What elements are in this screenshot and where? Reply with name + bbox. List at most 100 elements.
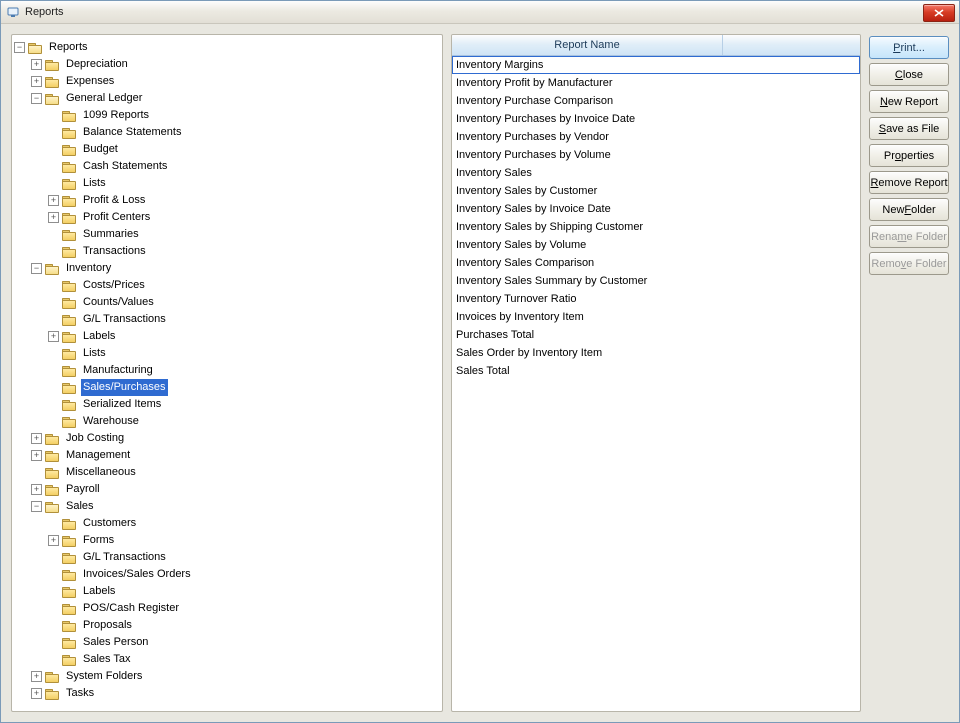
expand-icon[interactable]: + [48, 535, 59, 546]
expand-icon[interactable]: + [48, 195, 59, 206]
remove-folder-button[interactable]: Remove Folder [869, 252, 949, 275]
tree-node[interactable]: Balance Statements [48, 124, 442, 141]
tree-label[interactable]: G/L Transactions [81, 311, 168, 328]
tree-label[interactable]: Labels [81, 583, 117, 600]
collapse-icon[interactable]: − [14, 42, 25, 53]
expand-icon[interactable]: + [31, 433, 42, 444]
tree-node[interactable]: +Depreciation [31, 56, 442, 73]
tree-node[interactable]: Warehouse [48, 413, 442, 430]
report-list[interactable]: Inventory MarginsInventory Profit by Man… [452, 56, 860, 711]
tree-node[interactable]: Sales Person [48, 634, 442, 651]
tree-node[interactable]: +Payroll [31, 481, 442, 498]
tree-label[interactable]: Depreciation [64, 56, 130, 73]
tree-node[interactable]: − General Ledger1099 ReportsBalance State… [31, 90, 442, 260]
tree-label[interactable]: Management [64, 447, 132, 464]
report-row[interactable]: Sales Order by Inventory Item [452, 344, 860, 362]
list-header[interactable]: Report Name [452, 35, 860, 56]
tree-node[interactable]: + Management [31, 447, 442, 464]
print-button[interactable]: Print... [869, 36, 949, 59]
tree-label[interactable]: Tasks [64, 685, 96, 702]
tree-node[interactable]: Proposals [48, 617, 442, 634]
close-window-button[interactable] [923, 4, 955, 22]
tree-node[interactable]: Counts/Values [48, 294, 442, 311]
tree-label[interactable]: Sales/Purchases [81, 379, 168, 396]
tree-label[interactable]: General Ledger [64, 90, 144, 107]
tree-label[interactable]: Counts/Values [81, 294, 156, 311]
tree-node[interactable]: Lists [48, 175, 442, 192]
collapse-icon[interactable]: − [31, 93, 42, 104]
tree-node[interactable]: −InventoryCosts/PricesCounts/ValuesG/L T… [31, 260, 442, 430]
tree-node[interactable]: G/L Transactions [48, 311, 442, 328]
expand-icon[interactable]: + [31, 484, 42, 495]
tree-label[interactable]: Budget [81, 141, 120, 158]
tree-label[interactable]: Profit Centers [81, 209, 152, 226]
tree-node[interactable]: 1099 Reports [48, 107, 442, 124]
tree-label[interactable]: Profit & Loss [81, 192, 147, 209]
tree-node[interactable]: Miscellaneous [31, 464, 442, 481]
tree-node[interactable]: Budget [48, 141, 442, 158]
tree-label[interactable]: Job Costing [64, 430, 126, 447]
tree-node[interactable]: −Reports+Depreciation+Expenses−General L… [14, 39, 442, 702]
tree-node[interactable]: +Tasks [31, 685, 442, 702]
expand-icon[interactable]: + [48, 331, 59, 342]
collapse-icon[interactable]: − [31, 501, 42, 512]
tree-node[interactable]: Labels [48, 583, 442, 600]
tree-node[interactable]: Serialized Items [48, 396, 442, 413]
report-row[interactable]: Inventory Sales by Customer [452, 182, 860, 200]
expand-icon[interactable]: + [31, 76, 42, 87]
tree-label[interactable]: Forms [81, 532, 116, 549]
tree-label[interactable]: Manufacturing [81, 362, 155, 379]
report-row[interactable]: Inventory Purchases by Vendor [452, 128, 860, 146]
tree-node[interactable]: POS/Cash Register [48, 600, 442, 617]
tree-label[interactable]: Lists [81, 175, 108, 192]
tree-node[interactable]: + Profit & Loss [48, 192, 442, 209]
tree-label[interactable]: Transactions [81, 243, 148, 260]
report-row[interactable]: Inventory Sales by Shipping Customer [452, 218, 860, 236]
tree-label[interactable]: POS/Cash Register [81, 600, 181, 617]
tree-label[interactable]: 1099 Reports [81, 107, 151, 124]
titlebar[interactable]: Reports [1, 1, 959, 24]
report-row[interactable]: Inventory Profit by Manufacturer [452, 74, 860, 92]
tree-node[interactable]: Costs/Prices [48, 277, 442, 294]
rename-folder-button[interactable]: Rename Folder [869, 225, 949, 248]
column-spacer[interactable] [723, 35, 860, 55]
report-row[interactable]: Purchases Total [452, 326, 860, 344]
tree-node[interactable]: + Job Costing [31, 430, 442, 447]
close-button[interactable]: Close [869, 63, 949, 86]
tree-node[interactable]: − SalesCustomers + FormsG/L TransactionsInv… [31, 498, 442, 668]
remove-report-button[interactable]: Remove Report [869, 171, 949, 194]
report-row[interactable]: Inventory Sales by Volume [452, 236, 860, 254]
tree-node[interactable]: Invoices/Sales Orders [48, 566, 442, 583]
expand-icon[interactable]: + [48, 212, 59, 223]
tree-label[interactable]: Serialized Items [81, 396, 163, 413]
tree-label[interactable]: Customers [81, 515, 138, 532]
save-as-file-button[interactable]: Save as File [869, 117, 949, 140]
report-row[interactable]: Inventory Purchases by Volume [452, 146, 860, 164]
tree-node[interactable]: Lists [48, 345, 442, 362]
tree-label[interactable]: Costs/Prices [81, 277, 147, 294]
tree-node[interactable]: Sales Tax [48, 651, 442, 668]
report-row[interactable]: Inventory Purchases by Invoice Date [452, 110, 860, 128]
tree-node[interactable]: Cash Statements [48, 158, 442, 175]
expand-icon[interactable]: + [31, 450, 42, 461]
tree-node[interactable]: Sales/Purchases [48, 379, 442, 396]
tree-node[interactable]: +Labels [48, 328, 442, 345]
tree-label[interactable]: Expenses [64, 73, 116, 90]
report-row[interactable]: Sales Total [452, 362, 860, 380]
tree-node[interactable]: + Forms [48, 532, 442, 549]
tree-label[interactable]: Reports [47, 39, 90, 56]
report-row[interactable]: Inventory Purchase Comparison [452, 92, 860, 110]
report-row[interactable]: Inventory Sales Summary by Customer [452, 272, 860, 290]
tree-label[interactable]: G/L Transactions [81, 549, 168, 566]
tree-label[interactable]: Lists [81, 345, 108, 362]
column-report-name[interactable]: Report Name [452, 35, 723, 55]
tree-label[interactable]: Invoices/Sales Orders [81, 566, 193, 583]
tree-node[interactable]: Summaries [48, 226, 442, 243]
tree-node[interactable]: + Profit Centers [48, 209, 442, 226]
tree-label[interactable]: Sales [64, 498, 96, 515]
report-row[interactable]: Inventory Sales by Invoice Date [452, 200, 860, 218]
report-row[interactable]: Inventory Margins [452, 56, 860, 74]
tree-label[interactable]: Balance Statements [81, 124, 183, 141]
tree-node[interactable]: + Expenses [31, 73, 442, 90]
tree-label[interactable]: Sales Person [81, 634, 150, 651]
